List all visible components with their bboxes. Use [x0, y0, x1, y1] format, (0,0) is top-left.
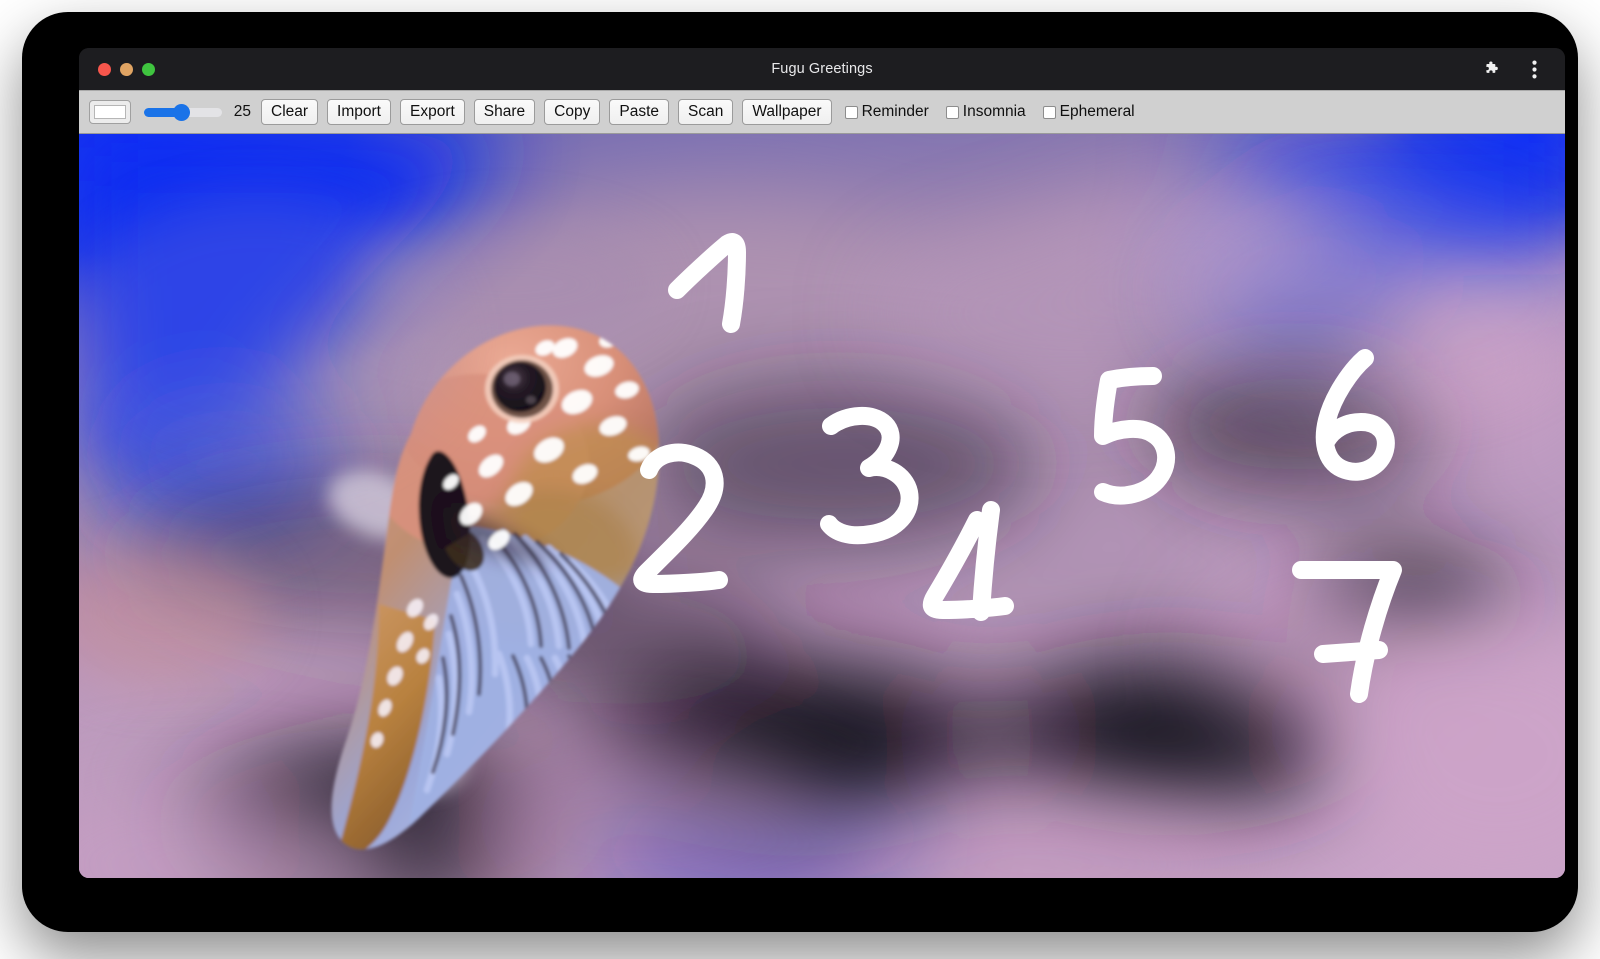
insomnia-checkbox-box[interactable]: [945, 105, 959, 119]
export-button[interactable]: Export: [399, 99, 465, 125]
scan-button[interactable]: Scan: [678, 99, 734, 125]
reminder-checkbox-label: Reminder: [861, 103, 929, 120]
import-button[interactable]: Import: [327, 99, 391, 125]
paste-button[interactable]: Paste: [609, 99, 669, 125]
insomnia-checkbox-label: Insomnia: [962, 103, 1026, 120]
copy-button[interactable]: Copy: [544, 99, 601, 125]
app-toolbar: 25 Clear Import Export Share Copy Paste …: [79, 90, 1565, 134]
overflow-menu-icon[interactable]: [1523, 58, 1545, 80]
stroke-thickness-slider[interactable]: [144, 102, 222, 122]
wallpaper-button[interactable]: Wallpaper: [742, 99, 832, 125]
color-swatch-preview: [94, 105, 126, 119]
app-window: Fugu Greetings 25 Clear Import Export Sh…: [79, 48, 1565, 878]
minimize-window-button[interactable]: [120, 62, 133, 76]
background-photo: [79, 134, 1565, 878]
insomnia-checkbox[interactable]: Insomnia: [945, 103, 1026, 121]
slider-thumb[interactable]: [172, 104, 190, 121]
stroke-thickness-value: 25: [233, 103, 251, 120]
drawing-canvas[interactable]: [79, 134, 1565, 878]
ephemeral-checkbox-label: Ephemeral: [1059, 103, 1135, 120]
maximize-window-button[interactable]: [142, 62, 155, 76]
extensions-puzzle-icon[interactable]: [1481, 58, 1503, 80]
device-frame: Fugu Greetings 25 Clear Import Export Sh…: [22, 12, 1578, 932]
ephemeral-checkbox[interactable]: Ephemeral: [1042, 103, 1135, 121]
window-title: Fugu Greetings: [771, 61, 873, 77]
share-button[interactable]: Share: [473, 99, 536, 125]
screenshot-root: Fugu Greetings 25 Clear Import Export Sh…: [0, 0, 1600, 959]
window-titlebar: Fugu Greetings: [79, 48, 1565, 90]
close-window-button[interactable]: [98, 62, 111, 76]
stroke-color-picker[interactable]: [89, 100, 131, 124]
traffic-light-controls: [91, 62, 155, 76]
reminder-checkbox-box[interactable]: [844, 105, 858, 119]
clear-button[interactable]: Clear: [261, 99, 319, 125]
reminder-checkbox[interactable]: Reminder: [844, 103, 929, 121]
ephemeral-checkbox-box[interactable]: [1042, 105, 1056, 119]
titlebar-actions: [1481, 58, 1553, 80]
